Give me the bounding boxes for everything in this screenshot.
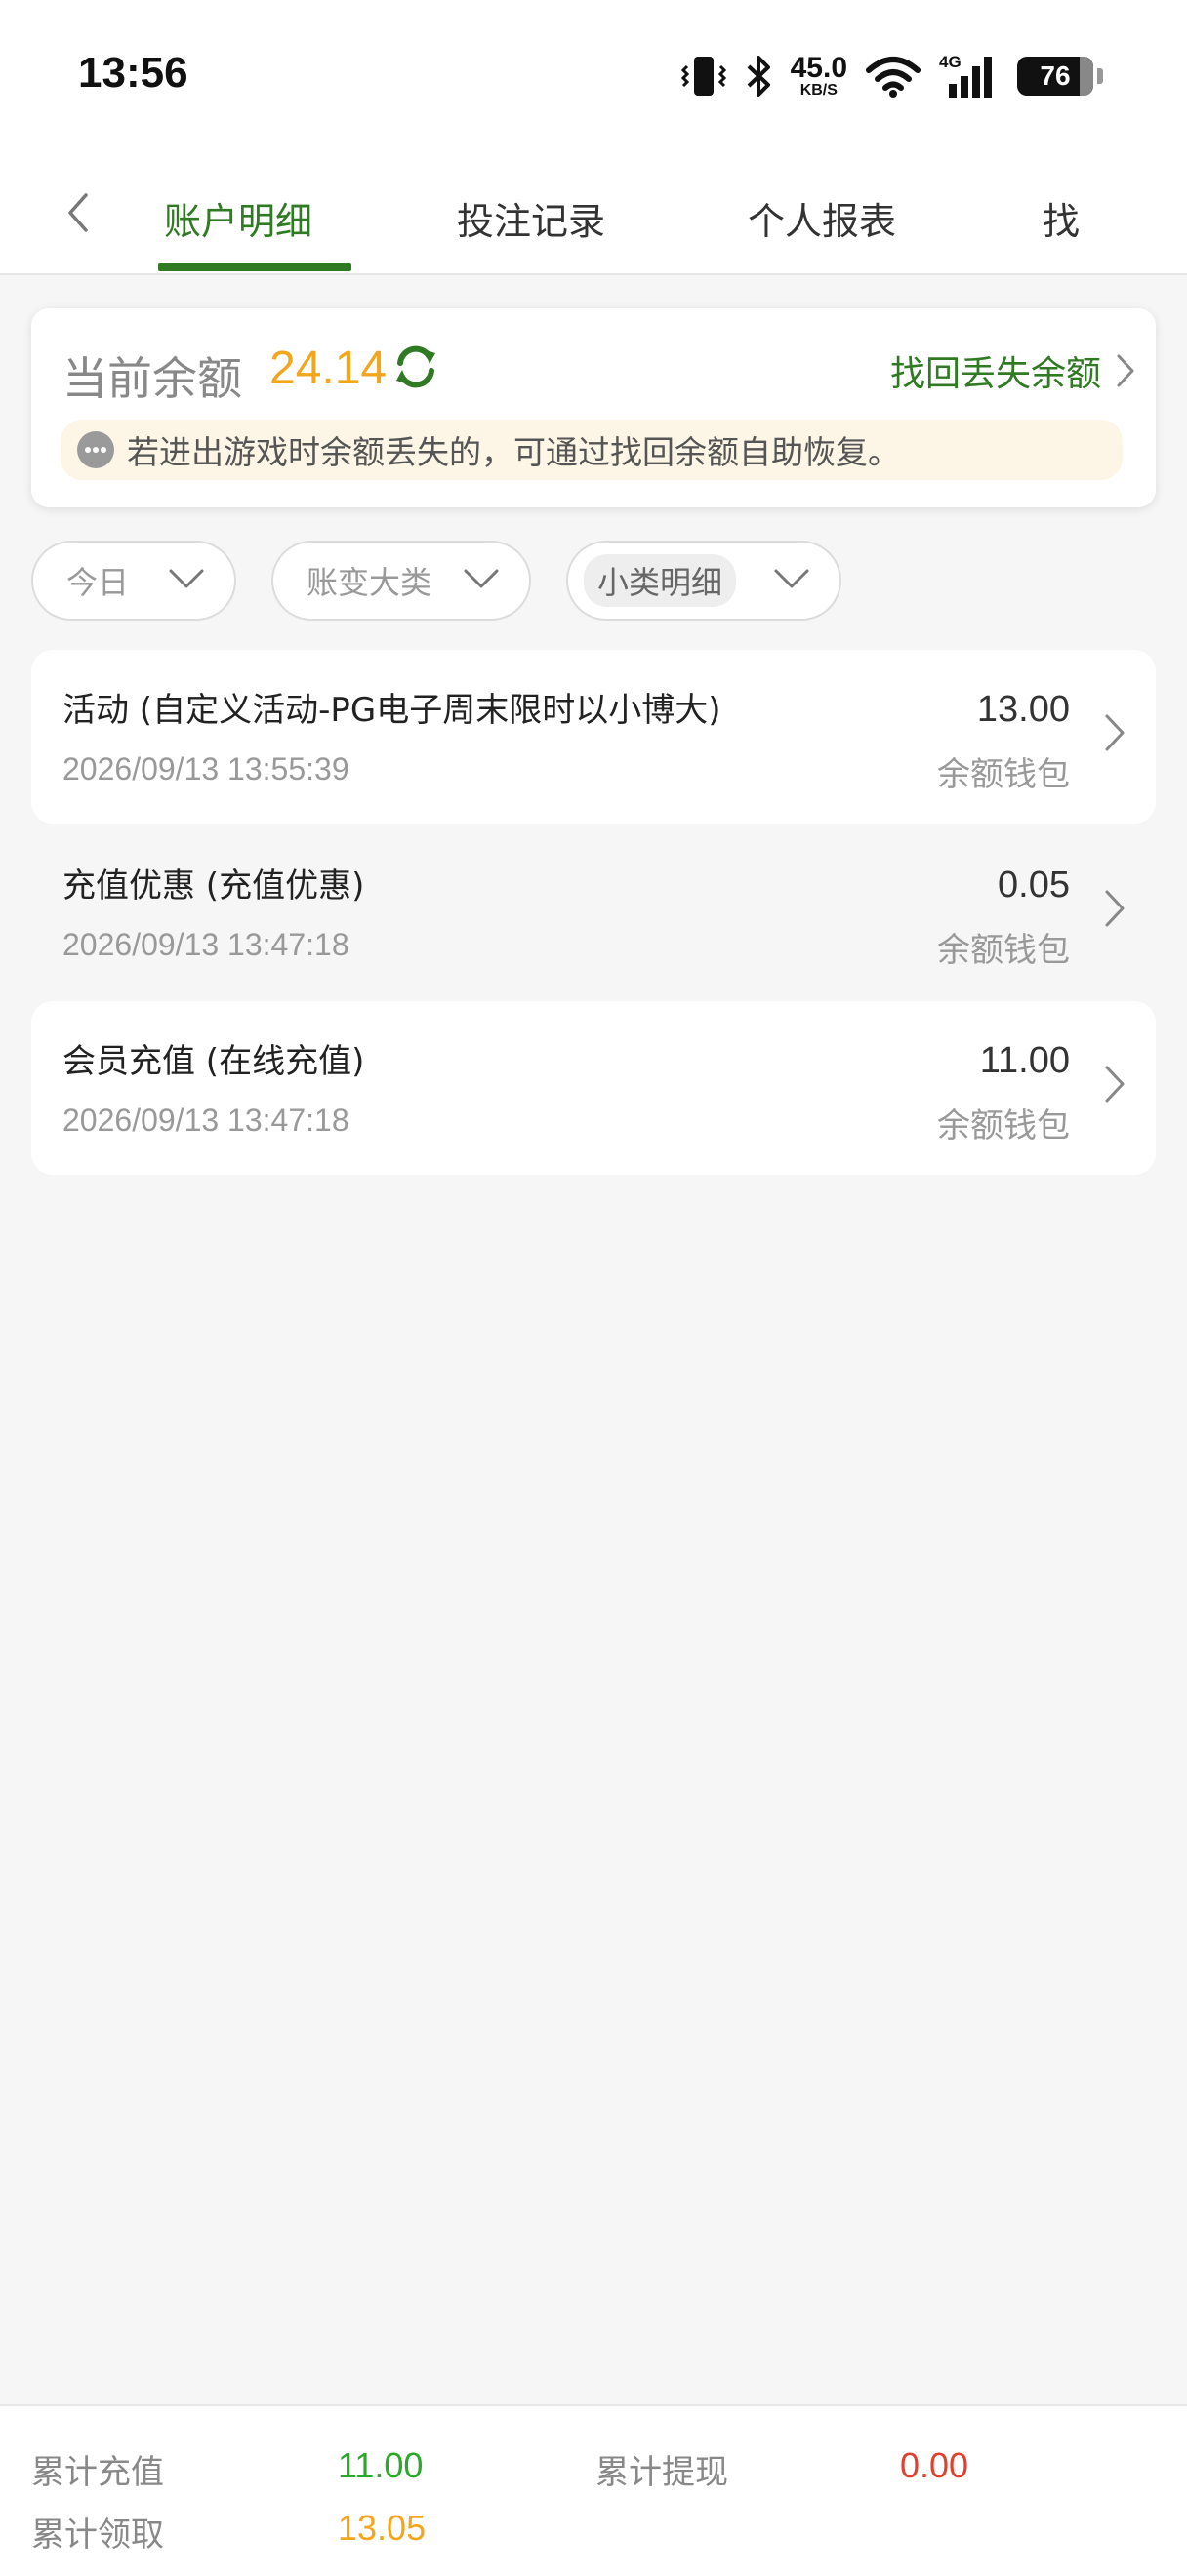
- subcategory-filter-dropdown[interactable]: 小类明细: [566, 541, 841, 621]
- refresh-icon[interactable]: [390, 342, 441, 392]
- record-row[interactable]: 充值优惠 (充值优惠) 2026/09/13 13:47:18 0.05 余额钱…: [31, 825, 1156, 999]
- balance-value: 24.14: [269, 342, 388, 394]
- record-time: 2026/09/13 13:47:18: [62, 927, 349, 962]
- total-deposit-value: 11.00: [338, 2445, 424, 2485]
- record-wallet: 余额钱包: [937, 755, 1070, 794]
- chevron-right-icon: [1105, 714, 1125, 751]
- balance-notice: 若进出游戏时余额丢失的，可通过找回余额自助恢复。: [61, 420, 1123, 480]
- network-speed-unit: KB/S: [799, 82, 838, 99]
- record-title: 充值优惠 (充值优惠): [62, 866, 365, 906]
- total-claim-label: 累计领取: [31, 2516, 164, 2555]
- status-icons: 45.0 KB/S 4G 76: [680, 47, 1103, 105]
- record-wallet: 余额钱包: [937, 1107, 1070, 1146]
- total-withdraw-label: 累计提现: [595, 2453, 728, 2492]
- category-filter-dropdown[interactable]: 账变大类: [271, 541, 531, 621]
- tab-partial-next[interactable]: 找: [1043, 191, 1080, 245]
- record-row[interactable]: 会员充值 (在线充值) 2026/09/13 13:47:18 11.00 余额…: [31, 1001, 1156, 1175]
- battery-level: 76: [1040, 60, 1071, 91]
- status-bar: 13:56 45.0 KB/S 4G 76: [0, 0, 1187, 156]
- chevron-right-icon: [1117, 354, 1134, 387]
- record-title: 会员充值 (在线充值): [62, 1042, 365, 1081]
- record-amount: 0.05: [998, 865, 1070, 906]
- bluetooth-icon: [744, 54, 773, 99]
- battery-icon: 76: [1017, 57, 1103, 96]
- date-filter-value: 今日: [66, 564, 130, 601]
- record-amount: 11.00: [979, 1040, 1070, 1081]
- vibrate-icon: [680, 53, 726, 100]
- tab-personal-report[interactable]: 个人报表: [748, 191, 896, 245]
- tab-bar: 账户明细 投注记录 个人报表 找: [0, 156, 1187, 275]
- recover-balance-label: 找回丢失余额: [889, 354, 1101, 394]
- network-speed-value: 45.0: [790, 52, 847, 84]
- chevron-left-icon: [68, 193, 88, 232]
- balance-label: 当前余额: [62, 352, 242, 405]
- chevron-down-icon: [774, 569, 809, 588]
- status-time: 13:56: [78, 49, 188, 97]
- record-wallet: 余额钱包: [937, 931, 1070, 970]
- total-withdraw-value: 0.00: [900, 2445, 969, 2485]
- active-tab-indicator: [158, 263, 351, 271]
- record-amount: 13.00: [976, 689, 1070, 730]
- totals-footer: 累计充值 11.00 累计提现 0.00 累计领取 13.05: [0, 2404, 1187, 2576]
- record-title: 活动 (自定义活动-PG电子周末限时以小博大): [62, 691, 721, 730]
- chevron-right-icon: [1105, 890, 1125, 927]
- wifi-icon: [865, 55, 921, 98]
- tab-account-details[interactable]: 账户明细: [164, 191, 312, 245]
- total-claim-value: 13.05: [338, 2508, 427, 2548]
- category-filter-value: 账变大类: [307, 564, 432, 601]
- back-button[interactable]: [59, 183, 98, 242]
- network-speed: 45.0 KB/S: [791, 54, 847, 99]
- record-row[interactable]: 活动 (自定义活动-PG电子周末限时以小博大) 2026/09/13 13:55…: [31, 650, 1156, 824]
- chat-bubble-icon: [77, 431, 114, 468]
- recover-balance-link[interactable]: 找回丢失余额: [890, 345, 1136, 396]
- notice-text: 若进出游戏时余额丢失的，可通过找回余额自助恢复。: [127, 433, 900, 471]
- tab-bet-records[interactable]: 投注记录: [457, 191, 605, 245]
- total-deposit-label: 累计充值: [31, 2453, 164, 2492]
- chevron-right-icon: [1105, 1066, 1125, 1103]
- signal-icon: 4G: [939, 53, 1000, 100]
- subcategory-filter-value: 小类明细: [584, 554, 737, 607]
- record-time: 2026/09/13 13:47:18: [62, 1103, 349, 1138]
- chevron-down-icon: [464, 569, 499, 588]
- date-filter-dropdown[interactable]: 今日: [31, 541, 236, 621]
- record-time: 2026/09/13 13:55:39: [62, 751, 349, 786]
- chevron-down-icon: [169, 569, 204, 588]
- balance-card: 当前余额 24.14 找回丢失余额 若进出游戏时余额丢失的，可通过找回余额自助恢…: [31, 308, 1156, 507]
